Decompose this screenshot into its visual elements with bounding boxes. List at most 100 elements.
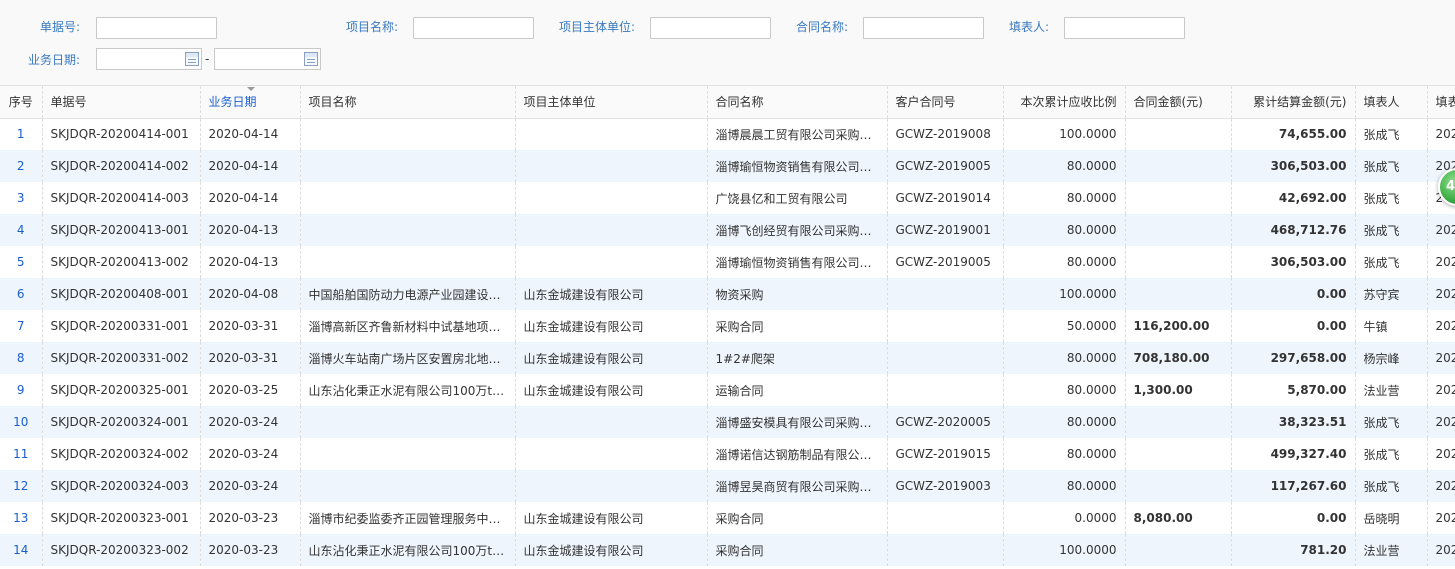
cell-doc-no: SKJDQR-20200325-001 xyxy=(42,374,201,406)
cell-doc-no: SKJDQR-20200331-002 xyxy=(42,342,201,374)
cell-filler: 法业营 xyxy=(1355,374,1428,406)
row-index[interactable]: 4 xyxy=(0,214,43,246)
row-index[interactable]: 5 xyxy=(0,246,43,278)
cell-settled-amount: 306,503.00 xyxy=(1231,246,1356,278)
cell-ratio: 80.0000 xyxy=(1003,438,1126,470)
project-owner-label: 项目主体单位: xyxy=(559,20,636,34)
table-row[interactable]: 3 SKJDQR-20200414-003 2020-04-14 广饶县亿和工贸有限公… xyxy=(0,182,1455,214)
cell-biz-date: 2020-04-08 xyxy=(200,278,301,310)
table-row[interactable]: 9 SKJDQR-20200325-001 2020-03-25 山东沾化秉正水泥有限… xyxy=(0,374,1455,406)
row-index[interactable]: 3 xyxy=(0,182,43,214)
row-index[interactable]: 10 xyxy=(0,406,43,438)
biz-date-label: 业务日期: xyxy=(28,53,81,67)
cell-doc-no: SKJDQR-20200414-001 xyxy=(42,118,201,150)
cell-ratio: 100.0000 xyxy=(1003,534,1126,566)
cell-settled-amount: 42,692.00 xyxy=(1231,182,1356,214)
row-index[interactable]: 13 xyxy=(0,502,43,534)
cell-project-owner: 山东金城建设有限公司 xyxy=(515,374,708,406)
calendar-icon[interactable] xyxy=(304,52,318,66)
row-index[interactable]: 9 xyxy=(0,374,43,406)
row-index[interactable]: 6 xyxy=(0,278,43,310)
table-row[interactable]: 12 SKJDQR-20200324-003 2020-03-24 淄博昱昊商贸有限公… xyxy=(0,470,1455,502)
cell-doc-no: SKJDQR-20200408-001 xyxy=(42,278,201,310)
cell-contract-amount: 8,080.00 xyxy=(1125,502,1232,534)
table-row[interactable]: 6 SKJDQR-20200408-001 2020-04-08 中国船舶国防动力电源… xyxy=(0,278,1455,310)
filler-input[interactable] xyxy=(1064,17,1185,39)
cell-fill-date: 202 xyxy=(1427,534,1455,566)
cell-contract-amount: 708,180.00 xyxy=(1125,342,1232,374)
project-owner-input[interactable] xyxy=(650,17,771,39)
cell-contract-amount xyxy=(1125,214,1232,246)
table-row[interactable]: 11 SKJDQR-20200324-002 2020-03-24 淄博诺信达钢筋制品… xyxy=(0,438,1455,470)
cell-customer-contract-no: GCWZ-2019014 xyxy=(887,182,1004,214)
cell-contract-name: 淄博晨晨工贸有限公司采购… xyxy=(707,118,888,150)
cell-customer-contract-no xyxy=(887,374,1004,406)
row-index[interactable]: 2 xyxy=(0,150,43,182)
cell-project-owner xyxy=(515,182,708,214)
cell-contract-amount: 116,200.00 xyxy=(1125,310,1232,342)
col-header-customer-contract-no[interactable]: 客户合同号 xyxy=(887,86,1004,119)
cell-contract-name: 广饶县亿和工贸有限公司 xyxy=(707,182,888,214)
row-index[interactable]: 7 xyxy=(0,310,43,342)
row-index[interactable]: 1 xyxy=(0,118,43,150)
cell-project-owner xyxy=(515,470,708,502)
col-header-index[interactable]: 序号 xyxy=(0,86,43,119)
col-header-contract-amount[interactable]: 合同金额(元) xyxy=(1125,86,1232,119)
cell-project-owner: 山东金城建设有限公司 xyxy=(515,342,708,374)
table-row[interactable]: 14 SKJDQR-20200323-002 2020-03-23 山东沾化秉正水泥有… xyxy=(0,534,1455,566)
contract-name-input[interactable] xyxy=(863,17,984,39)
cell-contract-amount xyxy=(1125,534,1232,566)
cell-ratio: 0.0000 xyxy=(1003,502,1126,534)
row-index[interactable]: 11 xyxy=(0,438,43,470)
cell-project-owner: 山东金城建设有限公司 xyxy=(515,502,708,534)
cell-contract-name: 采购合同 xyxy=(707,502,888,534)
cell-ratio: 80.0000 xyxy=(1003,406,1126,438)
table-row[interactable]: 8 SKJDQR-20200331-002 2020-03-31 淄博火车站南广场片区… xyxy=(0,342,1455,374)
cell-doc-no: SKJDQR-20200413-001 xyxy=(42,214,201,246)
col-header-project-owner[interactable]: 项目主体单位 xyxy=(515,86,708,119)
col-header-project-name[interactable]: 项目名称 xyxy=(300,86,516,119)
cell-contract-name: 物资采购 xyxy=(707,278,888,310)
table-row[interactable]: 2 SKJDQR-20200414-002 2020-04-14 淄博瑜恒物资销售有限… xyxy=(0,150,1455,182)
row-index[interactable]: 8 xyxy=(0,342,43,374)
cell-project-owner xyxy=(515,246,708,278)
col-header-biz-date[interactable]: 业务日期 xyxy=(200,86,301,119)
col-header-settled-amount[interactable]: 累计结算金额(元) xyxy=(1231,86,1356,119)
col-header-fill-date[interactable]: 填表 xyxy=(1427,86,1455,119)
cell-biz-date: 2020-03-24 xyxy=(200,470,301,502)
table-row[interactable]: 13 SKJDQR-20200323-001 2020-03-23 淄博市纪委监委齐正… xyxy=(0,502,1455,534)
cell-settled-amount: 0.00 xyxy=(1231,278,1356,310)
col-header-filler[interactable]: 填表人 xyxy=(1355,86,1428,119)
col-header-doc-no[interactable]: 单据号 xyxy=(42,86,201,119)
table-row[interactable]: 1 SKJDQR-20200414-001 2020-04-14 淄博晨晨工贸有限公司… xyxy=(0,118,1455,150)
cell-customer-contract-no: GCWZ-2019005 xyxy=(887,150,1004,182)
col-header-contract-name[interactable]: 合同名称 xyxy=(707,86,888,119)
cell-project-name xyxy=(300,118,516,150)
row-index[interactable]: 14 xyxy=(0,534,43,566)
doc-no-input[interactable] xyxy=(96,17,217,39)
row-index[interactable]: 12 xyxy=(0,470,43,502)
table-row[interactable]: 5 SKJDQR-20200413-002 2020-04-13 淄博瑜恒物资销售有限… xyxy=(0,246,1455,278)
project-name-input[interactable] xyxy=(413,17,534,39)
table-row[interactable]: 4 SKJDQR-20200413-001 2020-04-13 淄博飞创经贸有限公司… xyxy=(0,214,1455,246)
table-row[interactable]: 7 SKJDQR-20200331-001 2020-03-31 淄博高新区齐鲁新材料… xyxy=(0,310,1455,342)
cell-doc-no: SKJDQR-20200324-003 xyxy=(42,470,201,502)
date-start-input[interactable] xyxy=(96,48,202,70)
cell-contract-name: 采购合同 xyxy=(707,534,888,566)
col-header-ratio[interactable]: 本次累计应收比例 xyxy=(1003,86,1126,119)
cell-contract-name: 淄博诺信达钢筋制品有限公… xyxy=(707,438,888,470)
cell-ratio: 80.0000 xyxy=(1003,374,1126,406)
cell-project-owner xyxy=(515,438,708,470)
cell-ratio: 80.0000 xyxy=(1003,342,1126,374)
cell-ratio: 100.0000 xyxy=(1003,118,1126,150)
cell-filler: 张成飞 xyxy=(1355,150,1428,182)
table-row[interactable]: 10 SKJDQR-20200324-001 2020-03-24 淄博盛安模具有限公… xyxy=(0,406,1455,438)
cell-biz-date: 2020-03-23 xyxy=(200,534,301,566)
cell-project-name xyxy=(300,182,516,214)
cell-doc-no: SKJDQR-20200323-001 xyxy=(42,502,201,534)
calendar-icon[interactable] xyxy=(185,52,199,66)
cell-project-name xyxy=(300,150,516,182)
cell-customer-contract-no: GCWZ-2019003 xyxy=(887,470,1004,502)
date-end-input[interactable] xyxy=(214,48,321,70)
cell-project-owner xyxy=(515,118,708,150)
